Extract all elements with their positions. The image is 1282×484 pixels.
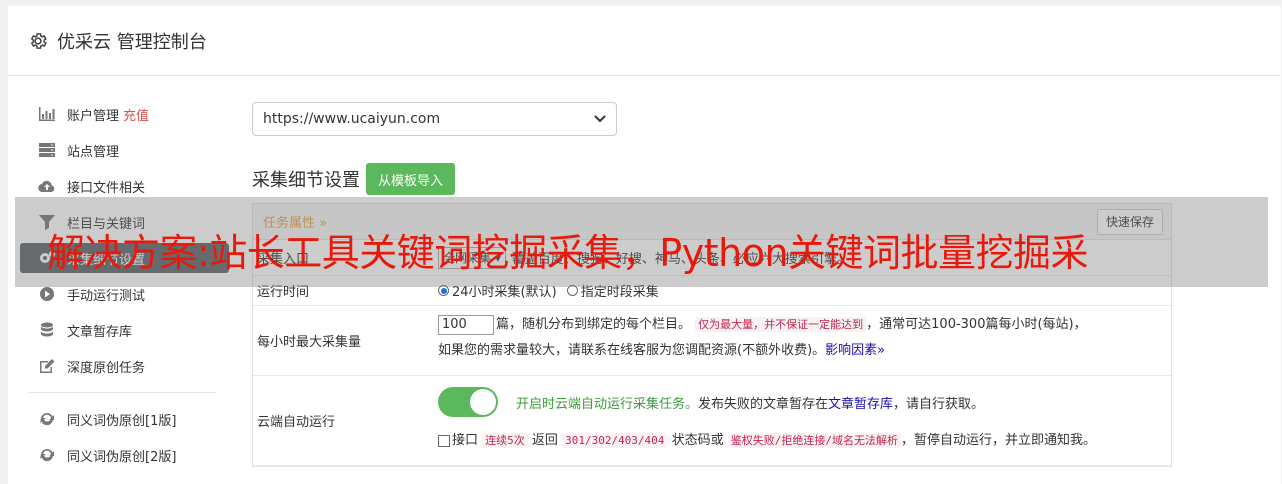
sidebar-item-label: 手动运行测试	[67, 288, 146, 304]
sidebar-item-synonym-v2[interactable]: 同义词伪原创[2版]	[28, 437, 228, 473]
sidebar-item-synonym-v1[interactable]: 同义词伪原创[1版]	[28, 401, 228, 437]
sidebar-item-label: 账户管理	[67, 108, 120, 124]
row-label: 每小时最大采集量	[257, 335, 362, 350]
section-header: 采集细节设置 从模板导入	[252, 163, 1172, 195]
section-title: 采集细节设置	[252, 170, 360, 191]
cloud-green-text: 开启时云端自动运行采集任务。	[516, 396, 699, 412]
factors-link[interactable]: 影响因素»	[825, 343, 885, 358]
sidebar-item-account[interactable]: 账户管理 充值	[28, 96, 228, 132]
cloud-line-1: 开启时云端自动运行采集任务。 发布失败的文章暂存在 文章暂存库 ，请自行获取。	[438, 382, 1171, 422]
row-content: 100 篇，随机分布到绑定的每个栏目。 仅为最大量，并不保证一定能达到 ，通常可达1…	[438, 306, 1171, 375]
sidebar-divider	[28, 392, 217, 393]
row-cloud-auto-run: 云端自动运行 开启时云端自动运行采集任务。 发布失败的文章暂存在 文章暂存库 ，请自…	[253, 376, 1171, 466]
sidebar-item-label: 接口文件相关	[67, 180, 146, 196]
banner-overlay-text: 解决方案:站长工具关键词挖掘采集，Python关键词批量挖掘采	[47, 231, 1089, 275]
database-icon	[41, 322, 53, 337]
max-text-3: 如果您的需求量较大，请联系在线客服为您调配资源(不额外收费)。	[438, 343, 826, 358]
recharge-link[interactable]: 充值	[123, 105, 149, 124]
edit-icon	[40, 359, 55, 373]
max-text-2: ，通常可达100-300篇每小时(每站)，	[866, 317, 1087, 332]
gear-icon	[30, 32, 47, 49]
import-template-button[interactable]: 从模板导入	[366, 163, 456, 195]
code-errors: 鉴权失败/拒绝连接/域名无法解析	[727, 433, 901, 448]
row-max-per-hour: 每小时最大采集量 100 篇，随机分布到绑定的每个栏目。 仅为最大量，并不保证一定…	[253, 306, 1171, 376]
sidebar-item-label: 文章暂存库	[67, 324, 133, 340]
chevron-down-icon	[594, 115, 606, 123]
sidebar-item-label: 站点管理	[67, 144, 120, 160]
max-text-1: 篇，随机分布到绑定的每个栏目。	[496, 317, 692, 332]
sidebar-item-label: 同义词伪原创[1版]	[67, 413, 177, 429]
cloud-text-5: ，暂停自动运行，并立即通知我。	[900, 433, 1096, 448]
sidebar-item-sites[interactable]: 站点管理	[28, 132, 228, 168]
play-circle-icon	[40, 287, 54, 301]
max-note-code: 仅为最大量，并不保证一定能达到	[695, 317, 867, 332]
row-content: 开启时云端自动运行采集任务。 发布失败的文章暂存在 文章暂存库 ，请自行获取。 接口…	[438, 376, 1171, 465]
sidebar-item-article-storage[interactable]: 文章暂存库	[28, 312, 228, 348]
max-line-1: 100 篇，随机分布到绑定的每个栏目。 仅为最大量，并不保证一定能达到 ，通常可达1…	[438, 312, 1171, 338]
pause-checkbox[interactable]	[438, 434, 450, 447]
max-per-hour-input[interactable]: 100	[438, 314, 494, 335]
cloud-upload-icon	[38, 180, 55, 193]
header: 优采云 管理控制台	[8, 6, 1281, 76]
server-icon	[39, 143, 55, 157]
cloud-line-2: 接口 连续5次 返回 301/302/403/404 状态码或 鉴权失败/拒绝连…	[438, 428, 1171, 454]
bar-chart-icon	[39, 107, 55, 121]
cloud-text-1: 发布失败的文章暂存在	[698, 396, 829, 412]
max-line-2: 如果您的需求量较大，请联系在线客服为您调配资源(不额外收费)。影响因素»	[438, 338, 1171, 364]
page-title: 优采云 管理控制台	[57, 31, 207, 53]
code-consecutive: 连续5次	[482, 433, 528, 448]
sidebar-item-label: 同义词伪原创[2版]	[67, 449, 177, 465]
site-select-value: https://www.ucaiyun.com	[263, 111, 441, 127]
refresh-icon	[40, 412, 54, 426]
row-label: 云端自动运行	[257, 415, 336, 430]
site-select[interactable]: https://www.ucaiyun.com	[252, 102, 617, 136]
refresh-icon	[40, 448, 54, 462]
cloud-text-2: ，请自行获取。	[893, 396, 985, 412]
cloud-text-3: 返回	[531, 433, 558, 448]
sidebar-item-label: 深度原创任务	[67, 360, 146, 376]
cloud-text-4: 状态码或	[671, 433, 724, 448]
cloud-auto-run-toggle[interactable]	[438, 387, 498, 417]
code-status: 301/302/403/404	[562, 433, 668, 448]
storage-link[interactable]: 文章暂存库	[828, 393, 893, 412]
checkbox-label: 接口	[452, 433, 479, 448]
sidebar-item-deep-original[interactable]: 深度原创任务	[28, 348, 228, 384]
